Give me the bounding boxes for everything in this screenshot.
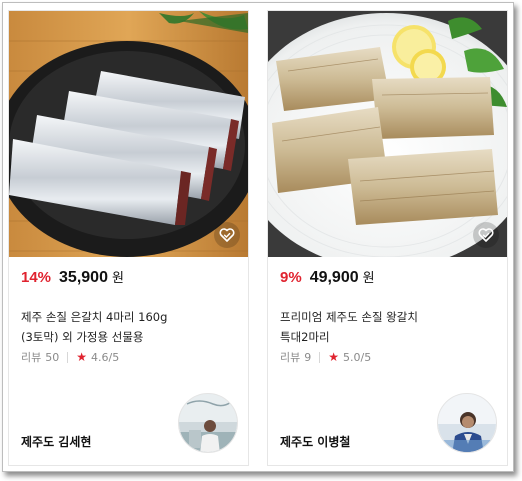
product-title-line: 제주 손질 은갈치 4마리 160g — [21, 310, 168, 324]
product-title[interactable]: 제주 손질 은갈치 4마리 160g (3토막) 외 가정용 선물용 — [21, 307, 238, 347]
product-image[interactable] — [9, 11, 248, 257]
wishlist-heart-icon[interactable] — [214, 222, 240, 248]
seller-name[interactable]: 제주도 이병철 — [280, 433, 350, 450]
product-title[interactable]: 프리미엄 제주도 손질 왕갈치 특대2마리 — [280, 307, 497, 347]
wishlist-heart-icon[interactable] — [473, 222, 499, 248]
price: 49,900 — [309, 269, 359, 286]
seller-avatar[interactable] — [178, 393, 238, 453]
product-title-line: 프리미엄 제주도 손질 왕갈치 — [280, 310, 418, 324]
star-icon: ★ — [328, 350, 340, 364]
divider — [319, 351, 321, 363]
product-card[interactable]: 14% 35,900 원 제주 손질 은갈치 4마리 160g (3토막) 외 … — [8, 10, 249, 466]
discount-rate: 9% — [280, 269, 302, 286]
review-meta: 리뷰 50 ★ 4.6/5 — [21, 349, 119, 365]
review-count: 9 — [304, 350, 312, 364]
price-row: 9% 49,900 원 — [280, 267, 375, 287]
price-row: 14% 35,900 원 — [21, 267, 124, 287]
divider — [67, 351, 69, 363]
seller-name[interactable]: 제주도 김세현 — [21, 433, 91, 450]
review-label: 리뷰 — [280, 351, 301, 364]
review-label: 리뷰 — [21, 351, 42, 364]
rating: 4.6/5 — [91, 350, 120, 364]
star-icon: ★ — [76, 350, 88, 364]
product-card[interactable]: 9% 49,900 원 프리미엄 제주도 손질 왕갈치 특대2마리 리뷰 9 ★… — [267, 10, 508, 466]
product-grid: 14% 35,900 원 제주 손질 은갈치 4마리 160g (3토막) 외 … — [2, 2, 514, 472]
currency-unit: 원 — [111, 271, 124, 286]
product-image[interactable] — [268, 11, 507, 257]
review-count: 50 — [45, 350, 60, 364]
discount-rate: 14% — [21, 269, 52, 286]
currency-unit: 원 — [362, 271, 375, 286]
seller-avatar[interactable] — [437, 393, 497, 453]
rating: 5.0/5 — [343, 350, 372, 364]
product-title-line: 특대2마리 — [280, 330, 330, 344]
product-title-line: (3토막) 외 가정용 선물용 — [21, 330, 144, 344]
review-meta: 리뷰 9 ★ 5.0/5 — [280, 349, 371, 365]
price: 35,900 — [59, 269, 108, 286]
